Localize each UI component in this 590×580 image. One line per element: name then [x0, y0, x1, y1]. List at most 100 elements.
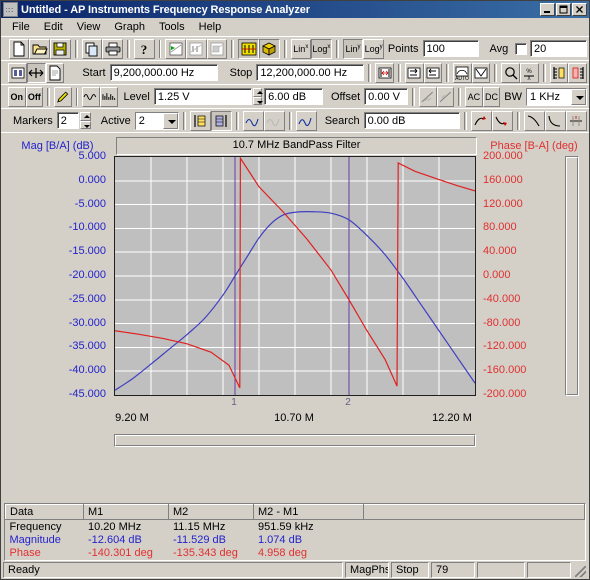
search-rising-button[interactable]	[544, 110, 566, 131]
trace-smooth-button[interactable]	[242, 110, 264, 131]
menu-graph[interactable]: Graph	[107, 20, 152, 34]
zoom-in-x-button[interactable]	[404, 62, 424, 83]
magnitude-tick-label: -45.000	[68, 388, 106, 400]
source-noise-button[interactable]	[99, 86, 118, 107]
col-header-data[interactable]: Data	[5, 504, 84, 520]
channel-a-button[interactable]	[419, 86, 437, 107]
markers-input[interactable]: 2	[56, 112, 79, 129]
copy-button[interactable]	[81, 38, 103, 59]
plot-area-wrapper: 5.000 0.000 -5.000 -10.000 -15.000 -20.000 -25…	[1, 150, 589, 456]
maximize-button[interactable]	[556, 3, 571, 16]
search-falling-button[interactable]	[523, 110, 545, 131]
magnifier-button[interactable]	[501, 62, 521, 83]
coupling-ac-button[interactable]: AC	[465, 86, 483, 107]
print-button[interactable]	[102, 38, 123, 59]
phase-scroll-bar[interactable]	[565, 156, 579, 396]
marker-number-label[interactable]: 2	[345, 397, 351, 408]
level-input[interactable]: 1.25 V	[153, 88, 253, 105]
source-waveform-button[interactable]	[82, 86, 100, 107]
active-marker-select[interactable]: 2	[134, 111, 179, 130]
bw-value: 1 KHz	[530, 90, 560, 103]
menu-file[interactable]: File	[5, 20, 37, 34]
search-peak-up-button[interactable]	[470, 110, 492, 131]
sweep-stop-button[interactable]	[206, 38, 228, 59]
zoom-out-x-button[interactable]	[423, 62, 443, 83]
col-header-m1[interactable]: M1	[83, 504, 169, 520]
trace-raw-button[interactable]	[263, 110, 285, 131]
minimize-button[interactable]	[540, 3, 555, 16]
fit-button[interactable]	[471, 62, 491, 83]
chevron-down-icon[interactable]	[571, 88, 587, 105]
magnitude-tick-label: -10.000	[68, 221, 106, 234]
svg-text:X: X	[528, 76, 532, 81]
open-file-button[interactable]	[29, 38, 51, 59]
coupling-dc-button[interactable]: DC	[482, 86, 501, 107]
new-file-button[interactable]	[8, 38, 30, 59]
avg-input[interactable]: 20	[530, 40, 587, 57]
frequency-scroll-thumb[interactable]	[115, 435, 475, 446]
span-button[interactable]	[26, 62, 46, 83]
lin-x-button[interactable]: Linx	[290, 38, 312, 59]
table-row[interactable]: Magnitude -12.604 dB -11.529 dB 1.074 dB	[5, 533, 585, 546]
help-button[interactable]: ?	[133, 38, 155, 59]
active-marker-value: 2	[138, 114, 145, 127]
phase-tick-label: -200.000	[483, 388, 527, 400]
menu-edit[interactable]: Edit	[37, 20, 70, 34]
resize-grip[interactable]	[573, 562, 587, 578]
col-header-delta[interactable]: M2 - M1	[253, 504, 364, 520]
sweep-pause-button[interactable]	[186, 38, 207, 59]
plot-canvas[interactable]	[114, 156, 476, 396]
scale-mag-button[interactable]	[549, 62, 569, 83]
channel-b-button[interactable]	[436, 86, 455, 107]
points-input[interactable]: 100	[422, 40, 480, 57]
menu-tools[interactable]: Tools	[152, 20, 192, 34]
level-db-input[interactable]: 6.00 dB	[264, 88, 323, 105]
sweep-start-button[interactable]	[165, 38, 187, 59]
percent-button[interactable]: % X	[520, 62, 539, 83]
log-y-button[interactable]: Logy	[363, 38, 384, 59]
dc-label: DC	[484, 91, 498, 102]
chevron-down-icon[interactable]	[162, 112, 178, 129]
marker-right-button[interactable]	[210, 110, 232, 131]
magnitude-tick-label: -5.000	[74, 197, 106, 210]
source-on-button[interactable]: On	[7, 86, 26, 107]
phase-m1: -140.301 deg	[83, 546, 169, 559]
notes-button[interactable]	[45, 62, 65, 83]
markers-stepper[interactable]	[79, 112, 91, 129]
menu-view[interactable]: View	[70, 20, 108, 34]
level-stepper[interactable]	[253, 88, 264, 105]
avg-checkbox[interactable]	[515, 42, 528, 55]
table-row[interactable]: Phase -140.301 deg -135.343 deg 4.958 de…	[5, 546, 585, 559]
col-header-blank[interactable]	[363, 504, 585, 520]
start-frequency-input[interactable]: 9,200,000.00 Hz	[109, 64, 218, 81]
marker-left-button[interactable]	[189, 110, 211, 131]
bw-select[interactable]: 1 KHz	[526, 87, 588, 106]
center-span-button[interactable]	[375, 62, 394, 83]
log-x-button[interactable]: Logx	[311, 38, 332, 59]
menu-help[interactable]: Help	[192, 20, 229, 34]
layers-button[interactable]	[258, 38, 280, 59]
frequency-m1: 10.20 MHz	[83, 519, 169, 533]
source-pencil-button[interactable]	[53, 86, 72, 107]
autoscale-button[interactable]: AUTO	[453, 62, 472, 83]
marker-number-label[interactable]: 1	[231, 397, 237, 408]
search-input[interactable]: 0.00 dB	[363, 112, 460, 129]
search-delta-button[interactable]: x	[565, 110, 587, 131]
cursor-mode-button[interactable]	[238, 38, 259, 59]
trace-overlay-button[interactable]	[295, 110, 317, 131]
toolbar-separator	[368, 63, 372, 82]
frequency-scroll-bar[interactable]	[114, 434, 476, 447]
table-row[interactable]: Frequency 10.20 MHz 11.15 MHz 951.59 kHz	[5, 519, 585, 533]
offset-input[interactable]: 0.00 V	[364, 88, 409, 105]
search-peak-down-button[interactable]	[491, 110, 513, 131]
source-off-button[interactable]: Off	[25, 86, 44, 107]
close-button[interactable]	[572, 3, 587, 16]
view-split-button[interactable]	[8, 62, 27, 83]
phase-scroll-thumb[interactable]	[566, 157, 578, 395]
scale-phase-button[interactable]	[568, 62, 587, 83]
col-header-m2[interactable]: M2	[168, 504, 254, 520]
lin-y-button[interactable]: Liny	[342, 38, 364, 59]
save-file-button[interactable]	[50, 38, 71, 59]
stop-frequency-input[interactable]: 12,200,000.00 Hz	[256, 64, 365, 81]
status-mode: MagPhs	[345, 562, 389, 578]
